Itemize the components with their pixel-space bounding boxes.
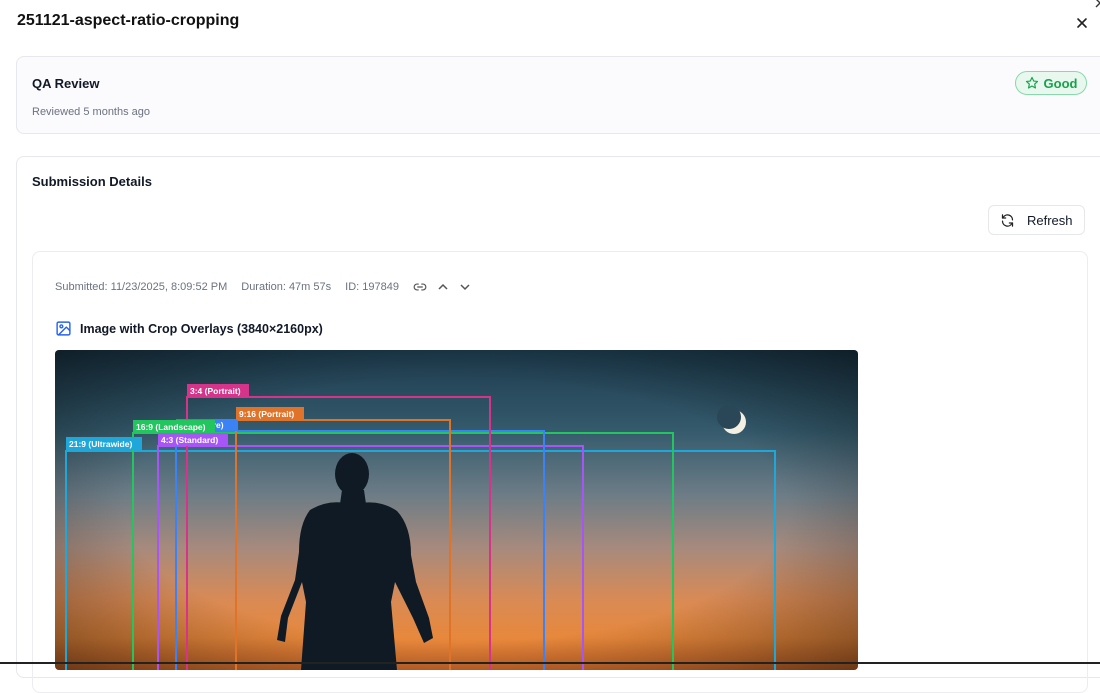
crop-label-9-16: 9:16 (Portrait): [236, 407, 304, 420]
duration: Duration: 47m 57s: [241, 281, 332, 293]
crop-label-4-3-text: 4:3 (Standard): [161, 435, 218, 445]
crop-label-4-3: 4:3 (Standard): [158, 433, 228, 446]
image-icon: [55, 320, 72, 337]
image-heading-text: Image with Crop Overlays (3840×2160px): [80, 321, 323, 336]
crop-overlay-image: are) 3:4 (Portrait) 9:16 (Portrait) 16:9…: [55, 350, 858, 670]
refresh-label: Refresh: [1027, 212, 1073, 228]
submission-id: ID: 197849: [345, 281, 399, 293]
chevron-up-icon[interactable]: [437, 281, 449, 293]
crop-label-21-9-text: 21:9 (Ultrawide): [69, 439, 132, 449]
crop-label-21-9: 21:9 (Ultrawide): [66, 437, 142, 450]
link-icon[interactable]: [413, 280, 427, 294]
close-button[interactable]: [1073, 14, 1091, 32]
crop-label-9-16-text: 9:16 (Portrait): [239, 409, 294, 419]
close-icon: [1076, 17, 1088, 29]
refresh-button[interactable]: Refresh: [988, 205, 1085, 235]
reviewed-time: Reviewed 5 months ago: [32, 106, 151, 118]
submission-entry: Submitted: 11/23/2025, 8:09:52 PM Durati…: [32, 251, 1088, 693]
submission-meta: Submitted: 11/23/2025, 8:09:52 PM Durati…: [55, 280, 481, 294]
chevron-right-icon[interactable]: [1093, 0, 1100, 9]
refresh-icon: [1000, 213, 1015, 228]
modal-title: 251121-aspect-ratio-cropping: [17, 12, 240, 29]
star-icon: [1025, 76, 1039, 90]
crop-label-16-9-text: 16:9 (Landscape): [136, 422, 206, 432]
crop-label-16-9: 16:9 (Landscape): [133, 420, 215, 433]
crop-preview-svg: are) 3:4 (Portrait) 9:16 (Portrait) 16:9…: [55, 350, 858, 670]
crop-label-3-4: 3:4 (Portrait): [187, 384, 249, 397]
submission-title: Submission Details: [32, 174, 152, 189]
qa-review-card: QA Review Reviewed 5 months ago Good: [16, 56, 1100, 134]
rating-label: Good: [1043, 75, 1078, 91]
submitted-time: Submitted: 11/23/2025, 8:09:52 PM: [55, 281, 228, 293]
rating-badge: Good: [1015, 71, 1087, 95]
qa-review-title: QA Review: [32, 76, 100, 91]
image-heading: Image with Crop Overlays (3840×2160px): [55, 320, 323, 337]
crop-label-3-4-text: 3:4 (Portrait): [190, 386, 241, 396]
chevron-down-icon[interactable]: [459, 281, 471, 293]
submission-details-card: Submission Details Refresh Submitted: 11…: [16, 156, 1100, 693]
